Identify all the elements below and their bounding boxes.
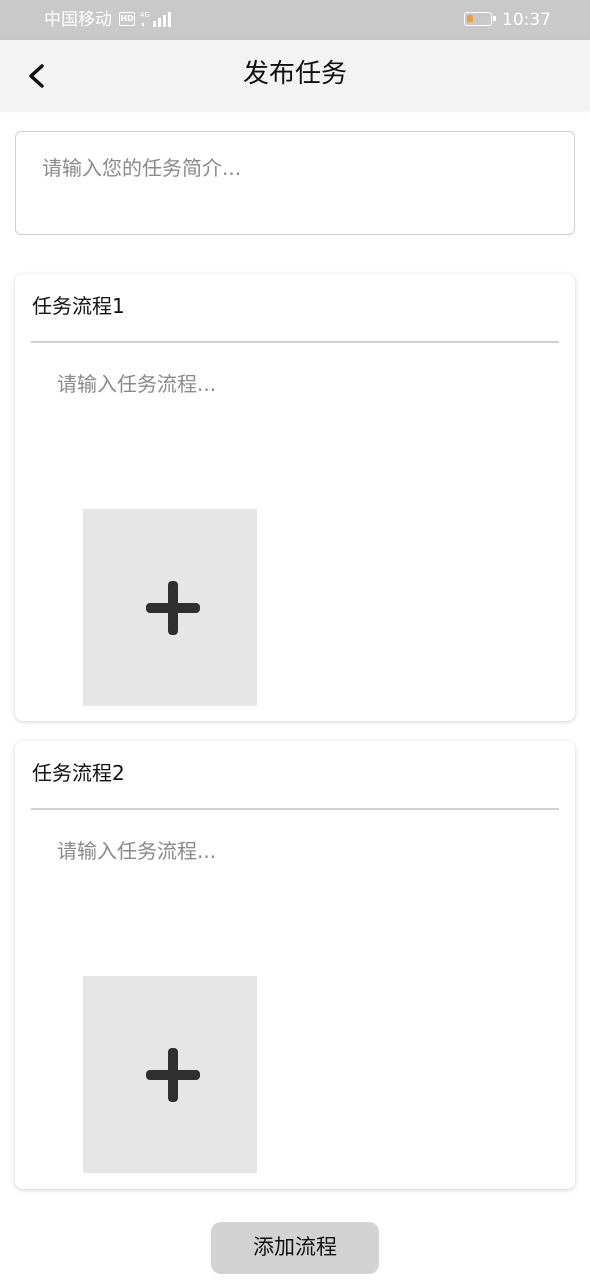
svg-text:4G: 4G <box>140 11 150 19</box>
page-title: 发布任务 <box>242 59 347 89</box>
flow-title: 任务流程1 <box>32 294 125 318</box>
battery-icon <box>464 12 496 26</box>
flow-input[interactable]: 请输入任务流程... <box>57 835 216 864</box>
divider <box>31 808 559 810</box>
divider <box>31 341 559 343</box>
chevron-left-icon <box>29 64 44 88</box>
status-bar: 中国移动 HD 4G 10:37 <box>0 0 590 40</box>
task-intro-placeholder: 请输入您的任务简介... <box>42 156 242 180</box>
back-button[interactable] <box>18 56 58 96</box>
flow-title: 任务流程2 <box>32 761 125 785</box>
task-intro-input[interactable]: 请输入您的任务简介... <box>15 131 575 235</box>
flow-input[interactable]: 请输入任务流程... <box>57 368 216 397</box>
add-image-button[interactable] <box>83 509 257 706</box>
flow-card: 任务流程1 请输入任务流程... <box>15 274 575 721</box>
carrier-name: 中国移动 <box>44 10 112 30</box>
add-flow-button[interactable]: 添加流程 <box>211 1222 379 1274</box>
hd-icon: HD <box>119 12 135 26</box>
add-image-button[interactable] <box>83 976 257 1173</box>
app-header: 发布任务 <box>0 40 590 110</box>
flow-card: 任务流程2 请输入任务流程... <box>15 741 575 1189</box>
signal-icon: 4G <box>140 11 171 27</box>
clock: 10:37 <box>502 10 551 30</box>
